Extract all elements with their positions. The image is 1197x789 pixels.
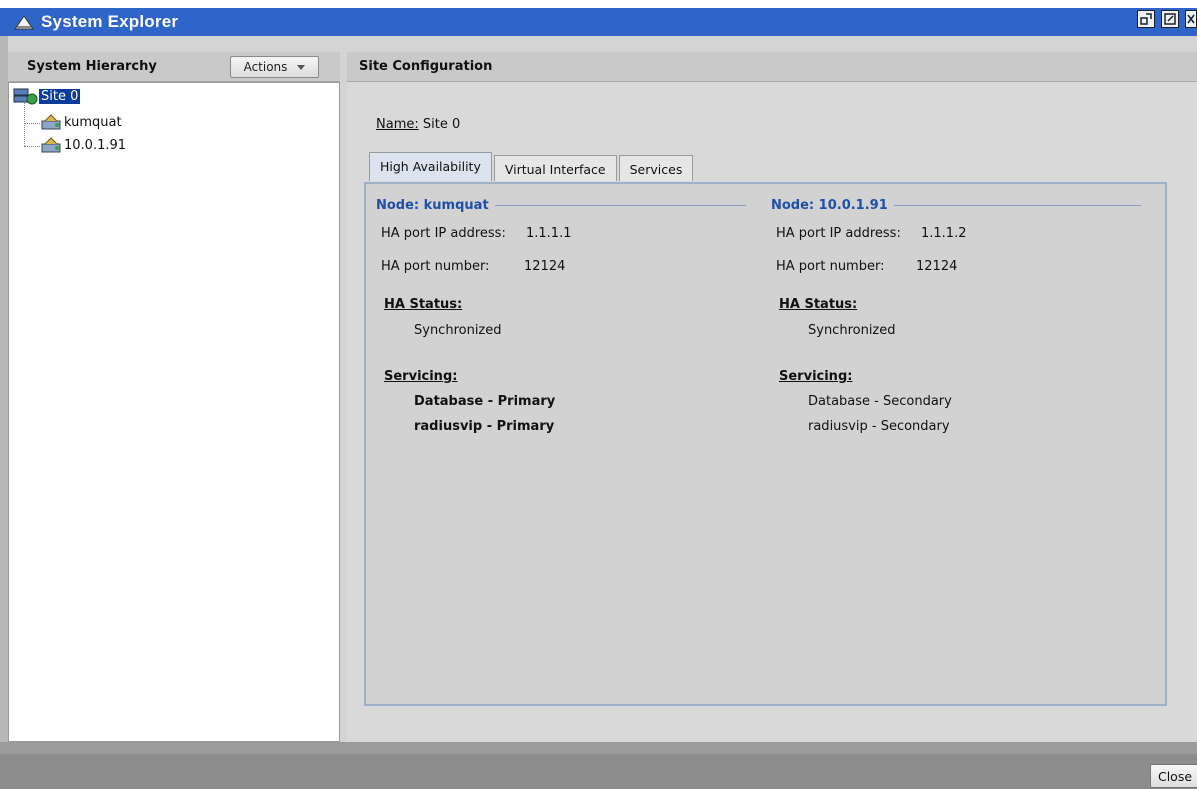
tree-item-site[interactable]: Site 0 — [13, 87, 81, 105]
ha-ip-label: HA port IP address: — [776, 226, 901, 241]
maximize-icon[interactable] — [1161, 10, 1179, 28]
title-bar: System Explorer — [0, 0, 1197, 36]
ha-port-label: HA port number: — [381, 259, 490, 274]
hierarchy-tree: Site 0 kumquat 10.0.1.91 — [8, 82, 340, 742]
server-node-icon — [41, 114, 61, 130]
high-availability-tab-content: Node: kumquat HA port IP address: 1.1.1.… — [364, 182, 1167, 706]
servicing-item: Database - Primary — [414, 394, 556, 409]
node-section: Node: kumquat — [376, 198, 756, 213]
servicing-title: Servicing: — [384, 369, 458, 384]
tree-connector — [24, 123, 40, 124]
servicing-item: radiusvip - Secondary — [808, 419, 950, 434]
window-frame-edge — [0, 36, 8, 789]
servicing-item: radiusvip - Primary — [414, 419, 555, 434]
node-title-text: Node: kumquat — [376, 198, 489, 213]
restore-icon[interactable] — [1137, 10, 1155, 28]
node-title-text: Node: 10.0.1.91 — [771, 198, 888, 213]
server-node-icon — [41, 137, 61, 153]
close-window-icon[interactable] — [1185, 10, 1197, 28]
tree-item-kumquat[interactable]: kumquat — [40, 113, 124, 131]
site-icon — [13, 88, 38, 105]
tree-item-label: Site 0 — [39, 88, 81, 104]
tab-services[interactable]: Services — [618, 155, 694, 181]
app-icon — [14, 15, 34, 30]
node-section: Node: 10.0.1.91 — [771, 198, 1151, 213]
system-hierarchy-panel: System Hierarchy Actions Site 0 kumquat — [8, 52, 340, 742]
ha-port-value: 12124 — [524, 259, 566, 274]
window-controls — [1137, 10, 1197, 28]
panel-header: System Hierarchy Actions — [8, 52, 340, 82]
panel-header: Site Configuration — [347, 52, 1197, 82]
divider — [893, 205, 1141, 206]
ha-status-value: Synchronized — [414, 323, 502, 338]
ha-ip-label: HA port IP address: — [381, 226, 506, 241]
window-title: System Explorer — [41, 12, 179, 31]
name-value: Site 0 — [422, 117, 461, 132]
panel-title: Site Configuration — [359, 59, 493, 74]
ha-status-title: HA Status: — [779, 297, 858, 312]
divider — [494, 205, 746, 206]
tab-high-availability[interactable]: High Availability — [369, 152, 492, 181]
ha-port-value: 12124 — [916, 259, 958, 274]
node-title: Node: 10.0.1.91 — [771, 198, 1151, 213]
close-button[interactable]: Close — [1150, 764, 1197, 788]
name-label: Name: — [376, 117, 419, 132]
status-strip — [0, 742, 1197, 754]
actions-label: Actions — [243, 60, 288, 74]
tree-item-10-0-1-91[interactable]: 10.0.1.91 — [40, 136, 128, 154]
servicing-item: Database - Secondary — [808, 394, 952, 409]
ha-ip-value: 1.1.1.2 — [921, 226, 967, 241]
tree-item-label: 10.0.1.91 — [64, 137, 127, 153]
servicing-title: Servicing: — [779, 369, 853, 384]
ha-ip-value: 1.1.1.1 — [526, 226, 572, 241]
ha-status-title: HA Status: — [384, 297, 463, 312]
node-title: Node: kumquat — [376, 198, 756, 213]
ha-port-label: HA port number: — [776, 259, 885, 274]
site-configuration-panel: Site Configuration Name: Site 0 High Ava… — [347, 52, 1197, 742]
tab-virtual-interface[interactable]: Virtual Interface — [493, 155, 617, 181]
tab-bar: High Availability Virtual Interface Serv… — [369, 152, 695, 181]
ha-status-value: Synchronized — [808, 323, 896, 338]
bottom-bar — [0, 754, 1197, 789]
site-name-row: Name: Site 0 — [376, 117, 460, 132]
tree-connector — [24, 146, 40, 147]
panel-title: System Hierarchy — [27, 59, 157, 74]
chevron-down-icon — [297, 64, 306, 70]
actions-dropdown-button[interactable]: Actions — [230, 56, 319, 78]
tree-item-label: kumquat — [64, 114, 122, 130]
